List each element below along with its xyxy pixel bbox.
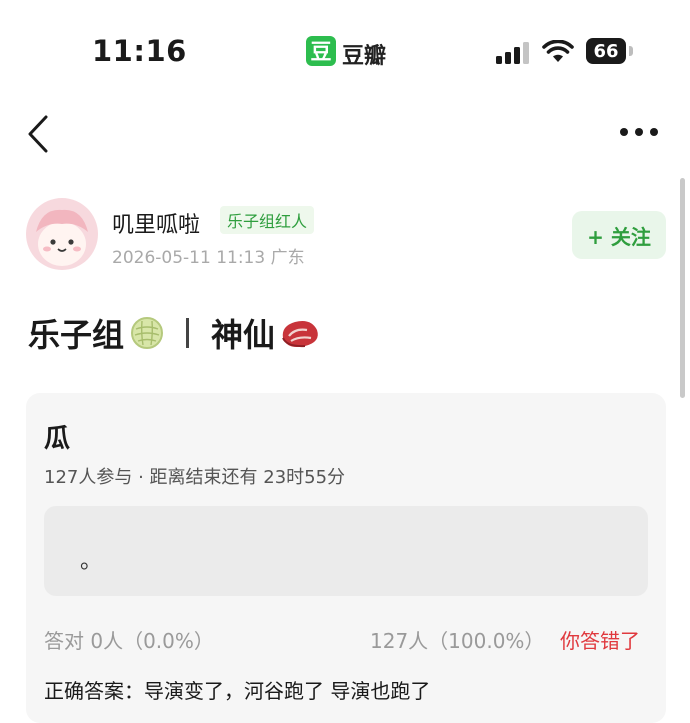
app-name: 豆瓣 bbox=[342, 44, 387, 69]
scrollbar[interactable] bbox=[680, 178, 685, 398]
follow-button[interactable]: + 关注 bbox=[572, 211, 666, 259]
title-divider bbox=[186, 318, 190, 348]
meat-icon bbox=[282, 321, 318, 348]
title-left: 乐子组 bbox=[28, 316, 125, 354]
battery-indicator: 66 bbox=[586, 38, 626, 64]
avatar[interactable] bbox=[26, 198, 98, 270]
more-dots-icon[interactable] bbox=[618, 124, 660, 140]
status-time: 11:16 bbox=[92, 34, 187, 68]
poll-title: 瓜 bbox=[44, 424, 71, 454]
battery-tip bbox=[629, 46, 633, 56]
wifi-icon bbox=[542, 40, 574, 62]
title-right: 神仙 bbox=[211, 316, 276, 354]
chevron-left-icon[interactable] bbox=[26, 114, 50, 154]
poll-total-stat: 127人（100.0%） bbox=[370, 629, 545, 653]
author-name[interactable]: 叽里呱啦 bbox=[112, 207, 200, 239]
poll-option-text: 。 bbox=[80, 549, 103, 574]
post-meta: 2026-05-11 11:13 广东 bbox=[112, 243, 305, 268]
poll-correct-answer: 正确答案：导演变了，河谷跑了 导演也跑了 bbox=[44, 679, 431, 703]
poll-option[interactable] bbox=[44, 506, 648, 596]
poll-correct-stat: 答对 0人（0.0%） bbox=[44, 629, 214, 653]
cellular-signal-icon bbox=[496, 42, 529, 64]
poll-result-badge: 你答错了 bbox=[560, 629, 640, 653]
post-location: 广东 bbox=[270, 248, 305, 268]
post-date: 2026-05-11 11:13 bbox=[112, 248, 266, 268]
douban-logo-icon: 豆 bbox=[306, 36, 336, 66]
poll-meta: 127人参与 · 距离结束还有 23时55分 bbox=[44, 467, 346, 488]
post-title: 乐子组 神仙 bbox=[28, 308, 321, 358]
avatar-illustration-icon bbox=[36, 209, 88, 266]
melon-icon bbox=[131, 317, 164, 349]
author-badge: 乐子组红人 bbox=[220, 206, 315, 234]
